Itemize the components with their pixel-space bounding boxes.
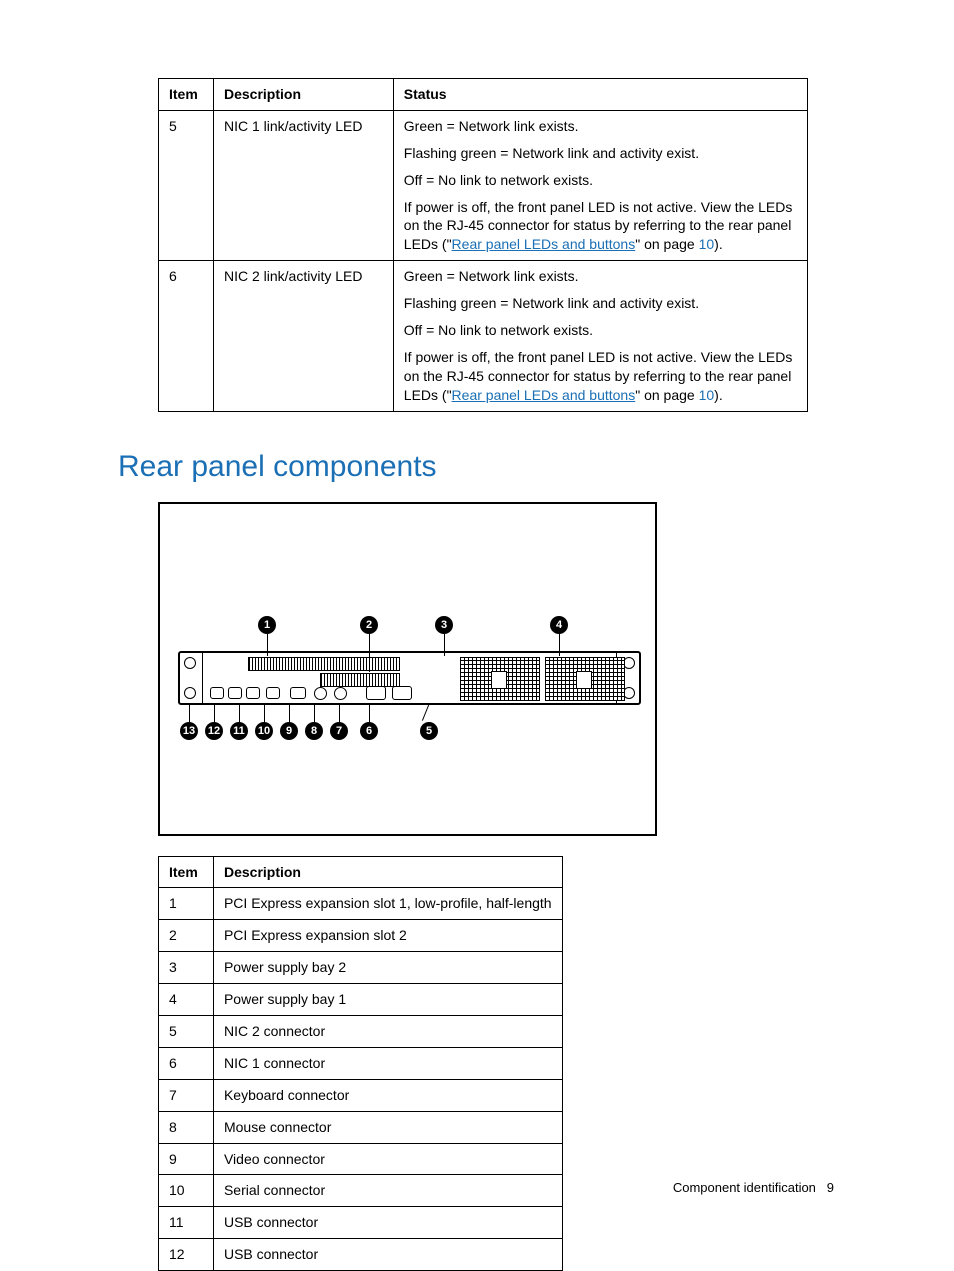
status-line: Green = Network link exists. [404,117,797,136]
footer-section: Component identification [673,1180,816,1195]
table-row: 2PCI Express expansion slot 2 [159,920,563,952]
callout-4: 4 [550,616,568,634]
table-row: 11USB connector [159,1207,563,1239]
table-row: 3Power supply bay 2 [159,952,563,984]
section-heading: Rear panel components [118,450,834,484]
rear-panel-leds-link[interactable]: Rear panel LEDs and buttons [452,387,636,403]
table-header-row: Item Description Status [159,79,808,111]
callout-13: 13 [180,722,198,740]
status-line: Off = No link to network exists. [404,321,797,340]
table-row: 10Serial connector [159,1175,563,1207]
col-item: Item [159,856,214,888]
col-description: Description [213,856,562,888]
status-note: If power is off, the front panel LED is … [404,198,797,255]
callout-12: 12 [205,722,223,740]
callout-10: 10 [255,722,273,740]
page-ref-link[interactable]: 10 [699,387,715,403]
chassis-icon [178,651,641,705]
status-line: Flashing green = Network link and activi… [404,294,797,313]
led-status-table: Item Description Status 5 NIC 1 link/act… [158,78,808,412]
callout-5: 5 [420,722,438,740]
callout-6: 6 [360,722,378,740]
cell-status: Green = Network link exists. Flashing gr… [393,261,807,411]
table-row: 6 NIC 2 link/activity LED Green = Networ… [159,261,808,411]
table-row: 12USB connector [159,1239,563,1271]
footer-page-number: 9 [827,1180,834,1195]
cell-description: NIC 2 link/activity LED [213,261,393,411]
col-status: Status [393,79,807,111]
callout-7: 7 [330,722,348,740]
rear-panel-components-table: Item Description 1PCI Express expansion … [158,856,563,1271]
status-line: Green = Network link exists. [404,267,797,286]
table-row: 4Power supply bay 1 [159,984,563,1016]
status-note: If power is off, the front panel LED is … [404,348,797,405]
status-line: Flashing green = Network link and activi… [404,144,797,163]
col-description: Description [213,79,393,111]
cell-item: 6 [159,261,214,411]
table-row: 5NIC 2 connector [159,1016,563,1048]
table-row: 9Video connector [159,1143,563,1175]
rear-panel-diagram: 1 2 3 4 13 12 11 10 9 8 7 6 5 [158,502,657,836]
callout-3: 3 [435,616,453,634]
page-footer: Component identification 9 [673,1180,834,1195]
status-line: Off = No link to network exists. [404,171,797,190]
callout-2: 2 [360,616,378,634]
callout-8: 8 [305,722,323,740]
table-row: 1PCI Express expansion slot 1, low-profi… [159,888,563,920]
table-row: 5 NIC 1 link/activity LED Green = Networ… [159,110,808,260]
cell-item: 5 [159,110,214,260]
callout-1: 1 [258,616,276,634]
cell-status: Green = Network link exists. Flashing gr… [393,110,807,260]
callout-9: 9 [280,722,298,740]
callout-11: 11 [230,722,248,740]
page-ref-link[interactable]: 10 [699,236,715,252]
col-item: Item [159,79,214,111]
table-header-row: Item Description [159,856,563,888]
table-row: 7Keyboard connector [159,1079,563,1111]
table-row: 6NIC 1 connector [159,1047,563,1079]
rear-panel-leds-link[interactable]: Rear panel LEDs and buttons [452,236,636,252]
cell-description: NIC 1 link/activity LED [213,110,393,260]
table-row: 8Mouse connector [159,1111,563,1143]
